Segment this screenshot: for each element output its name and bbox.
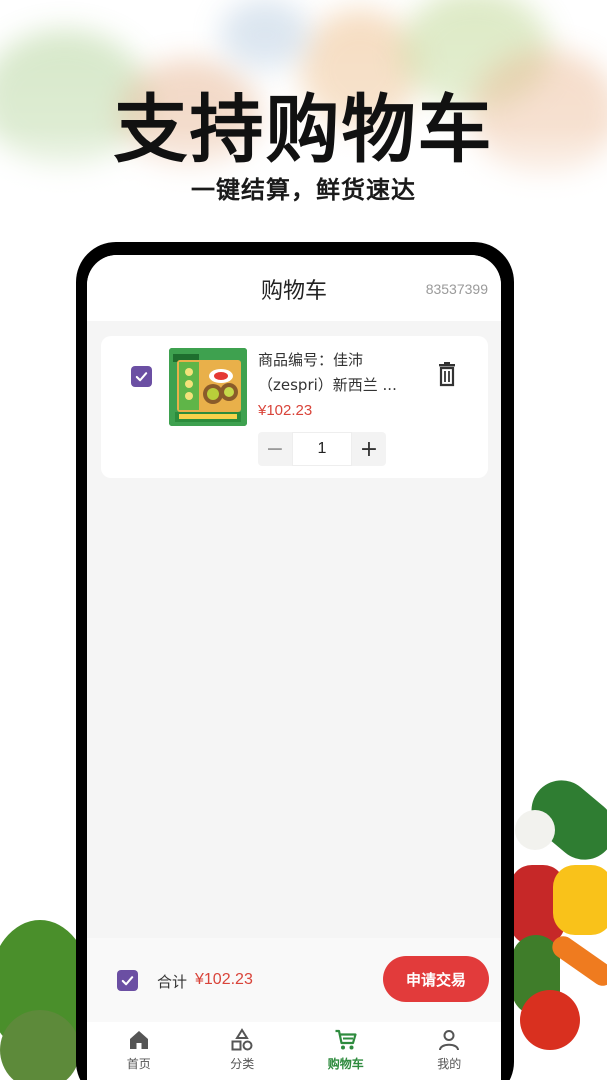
trash-icon [439,362,455,387]
category-icon [231,1028,253,1051]
product-image[interactable] [169,348,247,426]
item-name-line-1: 商品编号：佳沛 [258,351,364,369]
select-all-checkbox[interactable] [117,970,138,991]
apply-transaction-button[interactable]: 申请交易 [383,956,489,1002]
home-icon [129,1031,148,1049]
app-header: 购物车 83537399 [87,255,501,321]
check-icon [135,372,148,382]
total-value: ¥102.23 [195,971,253,988]
user-id-label: 83537399 [425,281,488,297]
increase-button[interactable]: + [352,432,386,466]
tab-label: 购物车 [327,1057,364,1071]
tab-home[interactable]: 首页 [87,1022,191,1080]
user-icon [439,1030,460,1051]
tab-label: 我的 [437,1057,462,1071]
bottom-tab-bar: 首页 分类 购物车 我的 [87,1022,501,1080]
tab-cart[interactable]: 购物车 [294,1022,398,1080]
promo-headline: 支持购物车 [113,87,494,173]
cart-icon [335,1029,357,1050]
check-icon [121,976,134,986]
phone-screen: 购物车 83537399 商品编号：佳沛 （zespri）新西兰 ... ¥10… [87,255,501,1080]
item-price: ¥102.23 [258,402,313,419]
cart-item-card: 商品编号：佳沛 （zespri）新西兰 ... ¥102.23 − 1 + [101,336,488,478]
tab-category[interactable]: 分类 [191,1022,295,1080]
item-checkbox[interactable] [131,366,152,387]
quantity-value[interactable]: 1 [292,432,352,466]
promo-subline: 一键结算，鲜货速达 [191,176,416,204]
tab-profile[interactable]: 我的 [398,1022,502,1080]
decrease-button[interactable]: − [258,432,292,466]
tab-label: 分类 [230,1057,255,1071]
item-name-line-2: （zespri）新西兰 ... [258,376,397,394]
checkout-bar: 合计 ¥102.23 申请交易 [87,938,501,1022]
item-name: 商品编号：佳沛 （zespri）新西兰 ... [258,348,418,398]
total-label: 合计 [157,973,188,991]
tab-label: 首页 [126,1057,151,1071]
quantity-stepper: − 1 + [258,432,390,466]
delete-button[interactable] [435,362,459,388]
